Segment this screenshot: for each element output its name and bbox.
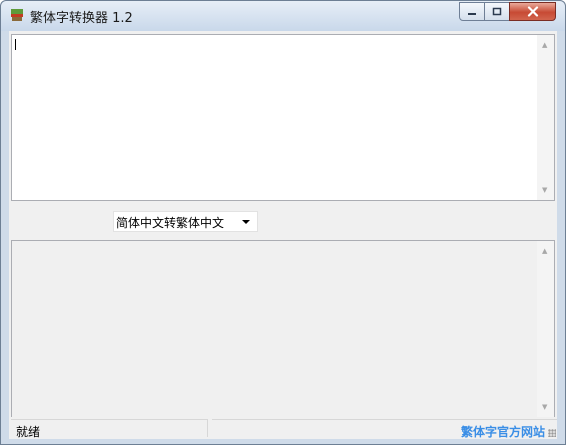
output-textarea[interactable]: ▲ ▼: [11, 240, 555, 418]
chevron-down-icon[interactable]: [242, 220, 250, 224]
scroll-down-icon[interactable]: ▼: [542, 403, 547, 411]
app-window: 繁体字转换器 1.2 ▲ ▼ 简体中文转繁体中文 ▲ ▼ 就绪 繁体字官方网站: [0, 0, 566, 445]
scroll-up-icon[interactable]: ▲: [542, 41, 547, 49]
scroll-up-icon[interactable]: ▲: [542, 247, 547, 255]
maximize-icon: [492, 7, 502, 16]
close-icon: [527, 6, 538, 17]
client-area: ▲ ▼ 简体中文转繁体中文 ▲ ▼ 就绪 繁体字官方网站: [9, 31, 557, 439]
status-bar: 就绪 繁体字官方网站: [9, 417, 557, 439]
input-scrollbar[interactable]: ▲ ▼: [537, 35, 554, 200]
output-scrollbar[interactable]: ▲ ▼: [537, 241, 554, 417]
input-textarea[interactable]: ▲ ▼: [11, 34, 555, 201]
scroll-down-icon[interactable]: ▼: [542, 186, 547, 194]
window-title: 繁体字转换器 1.2: [30, 11, 133, 26]
maximize-button[interactable]: [484, 2, 510, 21]
status-text: 就绪: [16, 425, 41, 439]
status-link-pane: 繁体字官方网站: [212, 419, 557, 440]
conversion-mode-value: 简体中文转繁体中文: [116, 216, 225, 230]
close-button[interactable]: [509, 2, 556, 21]
official-site-link[interactable]: 繁体字官方网站: [461, 423, 545, 440]
status-pane: 就绪: [11, 419, 208, 439]
conversion-mode-select[interactable]: 简体中文转繁体中文: [113, 211, 258, 232]
text-caret: [15, 39, 16, 50]
app-icon: [11, 9, 23, 21]
minimize-icon: [468, 12, 476, 15]
minimize-button[interactable]: [459, 2, 485, 21]
title-bar[interactable]: 繁体字转换器 1.2: [1, 1, 565, 31]
resize-grip-icon[interactable]: [548, 429, 556, 437]
